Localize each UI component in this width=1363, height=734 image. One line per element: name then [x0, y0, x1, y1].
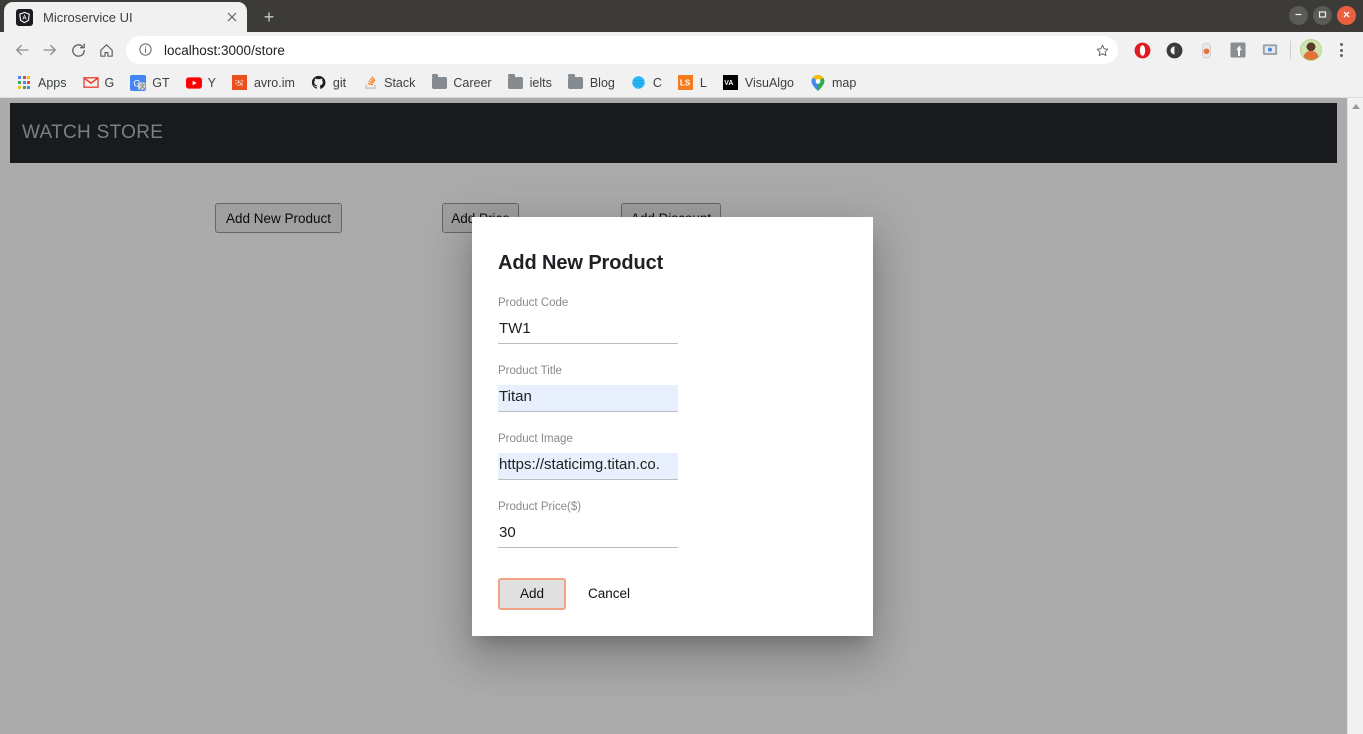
bookmark-map[interactable]: map [802, 71, 864, 95]
forward-button[interactable] [36, 36, 64, 64]
bookmarks-bar: Apps G G文 GT Y অ avro.im git Stack Caree… [0, 68, 1363, 98]
dark-circle-extension-icon[interactable] [1158, 36, 1190, 64]
bookmark-l[interactable]: LS L [670, 71, 715, 95]
blue-circle-icon [631, 75, 647, 91]
bookmark-stackoverflow[interactable]: Stack [354, 71, 423, 95]
avro-icon: অ [232, 75, 248, 91]
product-code-input[interactable]: TW1 [498, 317, 678, 345]
cancel-button[interactable]: Cancel [584, 579, 634, 608]
address-bar[interactable]: localhost:3000/store [126, 36, 1118, 64]
cast-extension-icon[interactable] [1254, 36, 1286, 64]
tab-strip: Microservice UI + [0, 0, 1363, 32]
angular-logo-icon [16, 8, 33, 26]
star-icon[interactable] [1092, 43, 1112, 58]
folder-icon [508, 74, 524, 91]
extension-icons [1126, 36, 1355, 64]
bookmark-label: G [104, 75, 115, 90]
dialog-actions: Add Cancel [498, 578, 849, 610]
url-text: localhost:3000/store [164, 42, 285, 58]
orange-pill-extension-icon[interactable] [1190, 36, 1222, 64]
map-pin-icon [810, 74, 826, 91]
folder-icon [431, 74, 447, 91]
bookmark-label: Career [453, 75, 492, 90]
bookmark-youtube[interactable]: Y [178, 71, 224, 95]
facebook-extension-icon[interactable] [1222, 36, 1254, 64]
page-viewport: WATCH STORE Add New Product Add Price Ad… [0, 98, 1363, 734]
toolbar-divider [1290, 41, 1291, 59]
product-price-input[interactable]: 30 [498, 521, 678, 549]
maximize-button[interactable] [1313, 6, 1332, 25]
google-translate-icon: G文 [130, 74, 147, 91]
ls-orange-icon: LS [678, 75, 694, 91]
apps-grid-icon [16, 75, 32, 91]
tab-title: Microservice UI [43, 9, 133, 25]
field-product-code: Product Code TW1 [498, 297, 678, 345]
gmail-icon [82, 75, 99, 91]
bookmark-label: GT [152, 75, 170, 90]
scroll-up-arrow-icon[interactable] [1351, 104, 1360, 109]
svg-text:VA: VA [725, 80, 734, 87]
bookmark-label: Y [207, 75, 216, 90]
bookmark-career[interactable]: Career [423, 71, 499, 95]
field-label: Product Image [498, 433, 573, 446]
opera-extension-icon[interactable] [1126, 36, 1158, 64]
window-controls [1289, 6, 1356, 25]
browser-window: Microservice UI + localhost:3000/store A… [0, 0, 1363, 734]
bookmark-visualgo[interactable]: VA VisuAlgo [715, 71, 802, 95]
visualgo-icon: VA [723, 75, 739, 91]
tab-microservice-ui[interactable]: Microservice UI [4, 2, 247, 32]
new-tab-button[interactable]: + [251, 3, 287, 31]
field-product-price: Product Price($) 30 [498, 501, 678, 549]
bookmark-label: map [831, 75, 857, 90]
add-new-product-dialog: Add New Product Product Code TW1 Product… [472, 217, 873, 636]
minimize-button[interactable] [1289, 6, 1308, 25]
field-label: Product Code [498, 297, 569, 309]
field-label: Product Title [498, 365, 562, 378]
bookmark-label: Apps [38, 75, 67, 90]
field-label: Product Price($) [498, 501, 582, 514]
bookmark-ielts[interactable]: ielts [500, 71, 560, 95]
bookmark-c[interactable]: C [623, 71, 670, 95]
product-title-input[interactable]: Titan [498, 384, 678, 413]
bookmark-label: ielts [529, 75, 552, 90]
github-icon [311, 75, 327, 91]
field-product-image: Product Image https://staticimg.titan.co… [498, 433, 678, 481]
close-window-button[interactable] [1337, 6, 1356, 25]
bookmark-gmail[interactable]: G [75, 71, 123, 95]
bookmark-label: Blog [589, 75, 615, 90]
stackoverflow-icon [362, 75, 378, 91]
svg-text:LS: LS [680, 79, 691, 88]
bookmark-github[interactable]: git [303, 71, 354, 95]
three-dot-menu-icon[interactable] [1327, 36, 1355, 64]
browser-toolbar: localhost:3000/store [0, 32, 1363, 68]
bookmark-label: L [699, 75, 707, 90]
bookmark-label: avro.im [253, 75, 295, 90]
close-icon[interactable] [223, 8, 241, 26]
home-button[interactable] [92, 36, 120, 64]
bookmark-label: git [332, 75, 347, 90]
bookmark-label: C [652, 75, 662, 90]
field-product-title: Product Title Titan [498, 365, 678, 413]
bookmark-avro[interactable]: অ avro.im [224, 71, 303, 95]
svg-text:অ: অ [235, 78, 244, 88]
page-scrollbar[interactable] [1347, 98, 1363, 734]
back-button[interactable] [8, 36, 36, 64]
bookmark-apps[interactable]: Apps [8, 71, 75, 95]
add-button[interactable]: Add [498, 578, 567, 610]
bookmark-label: Stack [384, 75, 416, 90]
dialog-title: Add New Product [498, 252, 664, 274]
youtube-icon [185, 75, 202, 91]
reload-button[interactable] [64, 36, 92, 64]
folder-icon [568, 74, 584, 91]
bookmark-google-translate[interactable]: G文 GT [122, 71, 177, 95]
user-avatar[interactable] [1295, 36, 1327, 64]
web-page: WATCH STORE Add New Product Add Price Ad… [0, 98, 1347, 734]
bookmark-label: VisuAlgo [744, 75, 794, 90]
bookmark-blog[interactable]: Blog [560, 71, 623, 95]
product-image-input[interactable]: https://staticimg.titan.co. [498, 452, 678, 481]
info-circle-icon [138, 42, 154, 58]
